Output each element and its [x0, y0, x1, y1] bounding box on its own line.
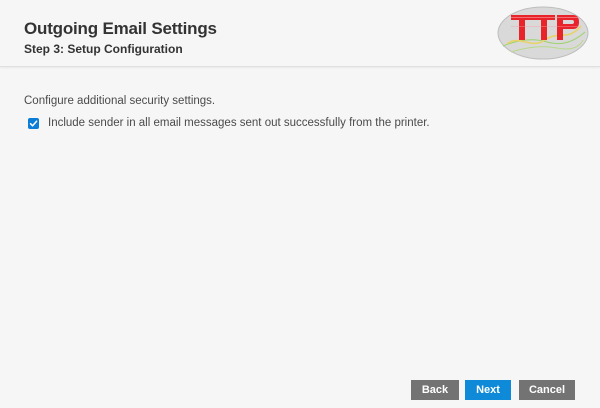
next-button[interactable]: Next	[465, 380, 511, 400]
include-sender-checkbox[interactable]	[28, 117, 39, 129]
wizard-content: Configure additional security settings. …	[24, 95, 584, 129]
checkmark-icon	[29, 119, 38, 127]
back-button[interactable]: Back	[411, 380, 459, 400]
wizard-header: Outgoing Email Settings Step 3: Setup Co…	[0, 0, 600, 67]
page-subtitle: Step 3: Setup Configuration	[24, 42, 183, 56]
cancel-button[interactable]: Cancel	[519, 380, 575, 400]
page-title: Outgoing Email Settings	[24, 19, 217, 38]
company-logo	[497, 6, 589, 60]
security-description: Configure additional security settings.	[24, 95, 216, 107]
include-sender-label: Include sender in all email messages sen…	[48, 117, 430, 129]
wizard-button-bar: Back Next Cancel	[0, 380, 600, 400]
include-sender-option[interactable]: Include sender in all email messages sen…	[28, 117, 430, 129]
